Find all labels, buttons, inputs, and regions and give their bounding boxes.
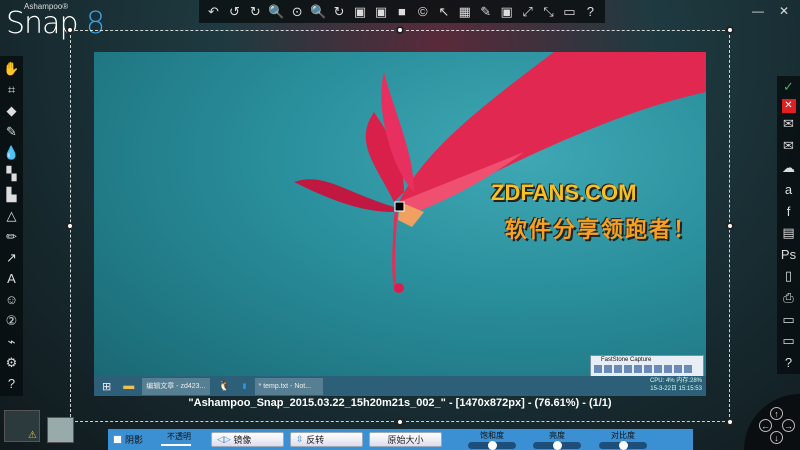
print-icon[interactable]: ⎙ — [779, 288, 799, 308]
resize-handle[interactable] — [396, 26, 404, 34]
arrow-icon[interactable]: ↗ — [2, 248, 22, 268]
close-button[interactable]: ✕ — [779, 4, 789, 18]
crop-icon[interactable]: ⌗ — [2, 80, 22, 100]
copyright-icon[interactable]: © — [413, 2, 433, 22]
numbering-icon[interactable]: ② — [2, 311, 22, 331]
shapes-icon[interactable]: △ — [2, 206, 22, 226]
nav-down-button[interactable]: ↓ — [770, 431, 783, 444]
resize-handle[interactable] — [726, 26, 734, 34]
pencil-icon[interactable]: ✏ — [2, 227, 22, 247]
email-icon[interactable]: ✉ — [779, 114, 799, 134]
help-icon[interactable]: ? — [580, 2, 600, 22]
left-toolbar: ✋ ⌗ ◆ ✎ 💧 ▚ ▙ △ ✏ ↗ A ☺ ② ⌁ ⚙? — [0, 56, 23, 396]
minimize-button[interactable]: — — [752, 4, 764, 18]
email-send-icon[interactable]: ✉ — [779, 136, 799, 156]
brightness-slider[interactable]: 亮度 — [529, 429, 585, 450]
thumbnail-1[interactable]: ⚠ — [4, 410, 40, 442]
flip-label: 反转 — [306, 435, 325, 445]
rectangle-icon[interactable]: ▭ — [559, 2, 579, 22]
translate-icon[interactable]: a — [779, 179, 799, 199]
warning-icon: ⚠ — [28, 430, 37, 441]
eraser-icon[interactable]: ◆ — [2, 101, 22, 121]
clipboard-icon[interactable]: ▯ — [779, 266, 799, 286]
rotate-icon[interactable]: ↻ — [329, 2, 349, 22]
image-caption: "Ashampoo_Snap_2015.03.22_15h20m21s_002_… — [188, 397, 612, 409]
app-name: Snap — [6, 6, 78, 41]
gradient-icon[interactable]: ■ — [392, 2, 412, 22]
resize-handle[interactable] — [726, 222, 734, 230]
contrast-label: 对比度 — [611, 431, 636, 440]
fill-icon[interactable]: ▙ — [2, 185, 22, 205]
pointer-icon[interactable]: ↖ — [434, 2, 454, 22]
emoji-icon[interactable]: ☺ — [2, 290, 22, 310]
hand-icon[interactable]: ✋ — [2, 59, 22, 79]
mirror-icon: ◁▷ — [217, 434, 231, 444]
mirror-label: 镜像 — [233, 435, 252, 445]
opacity-label: 不透明 — [167, 432, 192, 441]
save-folder-icon[interactable]: ▭ — [779, 331, 799, 351]
selection-frame[interactable] — [70, 30, 730, 422]
zoom-100-icon[interactable]: ⊙ — [287, 2, 307, 22]
zoom-in-icon[interactable]: 🔍 — [308, 2, 328, 22]
resize-handle[interactable] — [66, 26, 74, 34]
highlighter-icon[interactable]: ⌁ — [2, 332, 22, 352]
discard-icon[interactable]: ✕ — [781, 98, 796, 113]
facebook-icon[interactable]: f — [779, 201, 799, 221]
original-size-button[interactable]: 原始大小 — [369, 432, 443, 447]
flip-icon: ⇳ — [296, 434, 304, 444]
undo-icon[interactable]: ↺ — [224, 2, 244, 22]
cloud-upload-icon[interactable]: ☁ — [779, 158, 799, 178]
mirror-button[interactable]: ◁▷ 镜像 — [211, 432, 285, 447]
settings-icon[interactable]: ⚙ — [2, 353, 22, 373]
expand-icon[interactable]: ⤢ — [518, 2, 538, 22]
marker-icon[interactable]: ✎ — [2, 122, 22, 142]
thumbnail-2[interactable] — [47, 417, 74, 443]
help-icon[interactable]: ? — [779, 353, 799, 373]
redo-icon[interactable]: ↻ — [245, 2, 265, 22]
open-folder-icon[interactable]: ▭ — [779, 310, 799, 330]
nav-left-button[interactable]: ← — [759, 419, 772, 432]
text-icon[interactable]: A — [2, 269, 22, 289]
help-icon[interactable]: ? — [2, 374, 22, 394]
nav-right-button[interactable]: → — [782, 419, 795, 432]
photoshop-icon[interactable]: Ps — [779, 244, 799, 264]
bottom-panel: 阴影 不透明 ◁▷ 镜像 ⇳ 反转 原始大小 饱和度 亮度 对比度 — [108, 429, 693, 450]
saturation-label: 饱和度 — [480, 431, 505, 440]
brightness-label: 亮度 — [549, 431, 566, 440]
contrast-slider[interactable]: 对比度 — [595, 429, 651, 450]
save-as-icon[interactable]: ▤ — [779, 223, 799, 243]
shadow-checkbox[interactable] — [113, 435, 122, 444]
shadow-label: 阴影 — [125, 435, 144, 445]
top-toolbar: ↶ ↺ ↻ 🔍 ⊙ 🔍 ↻ ▣ ▣ ■ © ↖ ▦ ✎ ▣ ⤢ ⤡ ▭? — [199, 0, 605, 23]
image-adjust-2-icon[interactable]: ▣ — [371, 2, 391, 22]
opacity-slider[interactable]: 不透明 — [161, 429, 211, 450]
resize-handle[interactable] — [726, 418, 734, 426]
undo-all-icon[interactable]: ↶ — [203, 2, 223, 22]
resize-handle[interactable] — [396, 418, 404, 426]
image-adjust-icon[interactable]: ▣ — [350, 2, 370, 22]
resize-handle[interactable] — [66, 222, 74, 230]
drop-icon[interactable]: 💧 — [2, 143, 22, 163]
blur-region-icon[interactable]: ▚ — [2, 164, 22, 184]
saturation-slider[interactable]: 饱和度 — [464, 429, 520, 450]
nav-up-button[interactable]: ↑ — [770, 407, 783, 420]
stamp-timer-icon[interactable]: ▦ — [455, 2, 475, 22]
original-size-label: 原始大小 — [387, 435, 424, 445]
crop-fit-icon[interactable]: ▣ — [497, 2, 517, 22]
right-toolbar: ✓ ✕ ✉ ✉ ☁ a f ▤ Ps ▯ ⎙ ▭ ▭? — [777, 76, 800, 374]
confirm-icon[interactable]: ✓ — [779, 77, 799, 97]
flip-button[interactable]: ⇳ 反转 — [290, 432, 364, 447]
zoom-out-icon[interactable]: 🔍 — [266, 2, 286, 22]
magic-wand-icon[interactable]: ✎ — [476, 2, 496, 22]
shrink-icon[interactable]: ⤡ — [538, 2, 558, 22]
